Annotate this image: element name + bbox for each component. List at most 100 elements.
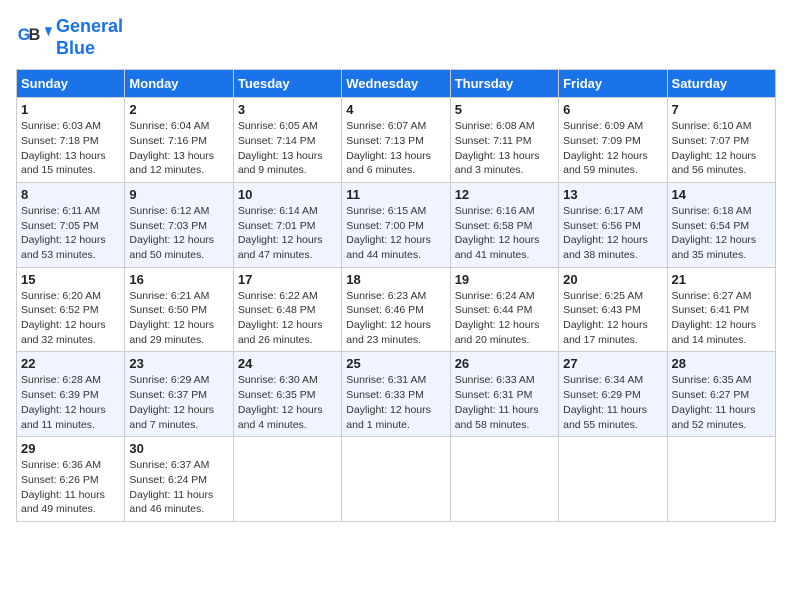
day-number: 4 [346, 102, 445, 117]
calendar-cell: 14 Sunrise: 6:18 AM Sunset: 6:54 PM Dayl… [667, 182, 775, 267]
day-number: 11 [346, 187, 445, 202]
calendar-cell: 3 Sunrise: 6:05 AM Sunset: 7:14 PM Dayli… [233, 98, 341, 183]
calendar-week-row: 1 Sunrise: 6:03 AM Sunset: 7:18 PM Dayli… [17, 98, 776, 183]
calendar-cell: 13 Sunrise: 6:17 AM Sunset: 6:56 PM Dayl… [559, 182, 667, 267]
calendar-cell: 8 Sunrise: 6:11 AM Sunset: 7:05 PM Dayli… [17, 182, 125, 267]
calendar-cell: 18 Sunrise: 6:23 AM Sunset: 6:46 PM Dayl… [342, 267, 450, 352]
calendar-cell: 4 Sunrise: 6:07 AM Sunset: 7:13 PM Dayli… [342, 98, 450, 183]
calendar-cell: 15 Sunrise: 6:20 AM Sunset: 6:52 PM Dayl… [17, 267, 125, 352]
logo-icon: G B [16, 20, 52, 56]
day-number: 18 [346, 272, 445, 287]
day-info: Sunrise: 6:18 AM Sunset: 6:54 PM Dayligh… [672, 204, 771, 263]
day-number: 13 [563, 187, 662, 202]
day-number: 9 [129, 187, 228, 202]
header: G B General Blue [16, 16, 776, 59]
day-info: Sunrise: 6:28 AM Sunset: 6:39 PM Dayligh… [21, 373, 120, 432]
calendar-cell: 27 Sunrise: 6:34 AM Sunset: 6:29 PM Dayl… [559, 352, 667, 437]
day-number: 24 [238, 356, 337, 371]
calendar-cell: 1 Sunrise: 6:03 AM Sunset: 7:18 PM Dayli… [17, 98, 125, 183]
day-number: 10 [238, 187, 337, 202]
calendar-cell: 20 Sunrise: 6:25 AM Sunset: 6:43 PM Dayl… [559, 267, 667, 352]
calendar-cell: 21 Sunrise: 6:27 AM Sunset: 6:41 PM Dayl… [667, 267, 775, 352]
day-info: Sunrise: 6:36 AM Sunset: 6:26 PM Dayligh… [21, 458, 120, 517]
day-info: Sunrise: 6:37 AM Sunset: 6:24 PM Dayligh… [129, 458, 228, 517]
header-cell-thursday: Thursday [450, 70, 558, 98]
day-number: 7 [672, 102, 771, 117]
calendar-cell: 9 Sunrise: 6:12 AM Sunset: 7:03 PM Dayli… [125, 182, 233, 267]
day-info: Sunrise: 6:08 AM Sunset: 7:11 PM Dayligh… [455, 119, 554, 178]
day-info: Sunrise: 6:33 AM Sunset: 6:31 PM Dayligh… [455, 373, 554, 432]
day-number: 20 [563, 272, 662, 287]
calendar-cell: 24 Sunrise: 6:30 AM Sunset: 6:35 PM Dayl… [233, 352, 341, 437]
day-number: 28 [672, 356, 771, 371]
calendar-cell: 23 Sunrise: 6:29 AM Sunset: 6:37 PM Dayl… [125, 352, 233, 437]
day-info: Sunrise: 6:31 AM Sunset: 6:33 PM Dayligh… [346, 373, 445, 432]
svg-text:B: B [29, 25, 41, 43]
calendar-week-row: 8 Sunrise: 6:11 AM Sunset: 7:05 PM Dayli… [17, 182, 776, 267]
day-info: Sunrise: 6:35 AM Sunset: 6:27 PM Dayligh… [672, 373, 771, 432]
calendar-cell: 12 Sunrise: 6:16 AM Sunset: 6:58 PM Dayl… [450, 182, 558, 267]
header-cell-saturday: Saturday [667, 70, 775, 98]
logo-text-line2: Blue [56, 38, 123, 60]
day-number: 29 [21, 441, 120, 456]
day-number: 26 [455, 356, 554, 371]
day-info: Sunrise: 6:12 AM Sunset: 7:03 PM Dayligh… [129, 204, 228, 263]
calendar-cell: 5 Sunrise: 6:08 AM Sunset: 7:11 PM Dayli… [450, 98, 558, 183]
day-info: Sunrise: 6:29 AM Sunset: 6:37 PM Dayligh… [129, 373, 228, 432]
day-info: Sunrise: 6:07 AM Sunset: 7:13 PM Dayligh… [346, 119, 445, 178]
calendar-cell: 30 Sunrise: 6:37 AM Sunset: 6:24 PM Dayl… [125, 437, 233, 522]
day-info: Sunrise: 6:22 AM Sunset: 6:48 PM Dayligh… [238, 289, 337, 348]
day-number: 12 [455, 187, 554, 202]
calendar-cell: 10 Sunrise: 6:14 AM Sunset: 7:01 PM Dayl… [233, 182, 341, 267]
day-info: Sunrise: 6:30 AM Sunset: 6:35 PM Dayligh… [238, 373, 337, 432]
day-info: Sunrise: 6:15 AM Sunset: 7:00 PM Dayligh… [346, 204, 445, 263]
calendar-cell: 7 Sunrise: 6:10 AM Sunset: 7:07 PM Dayli… [667, 98, 775, 183]
day-number: 16 [129, 272, 228, 287]
calendar-cell [667, 437, 775, 522]
day-number: 6 [563, 102, 662, 117]
header-cell-friday: Friday [559, 70, 667, 98]
calendar-cell: 11 Sunrise: 6:15 AM Sunset: 7:00 PM Dayl… [342, 182, 450, 267]
day-number: 22 [21, 356, 120, 371]
calendar-cell: 28 Sunrise: 6:35 AM Sunset: 6:27 PM Dayl… [667, 352, 775, 437]
day-info: Sunrise: 6:17 AM Sunset: 6:56 PM Dayligh… [563, 204, 662, 263]
calendar-cell [342, 437, 450, 522]
day-number: 1 [21, 102, 120, 117]
day-info: Sunrise: 6:09 AM Sunset: 7:09 PM Dayligh… [563, 119, 662, 178]
day-number: 30 [129, 441, 228, 456]
day-info: Sunrise: 6:25 AM Sunset: 6:43 PM Dayligh… [563, 289, 662, 348]
day-number: 8 [21, 187, 120, 202]
day-number: 5 [455, 102, 554, 117]
header-cell-sunday: Sunday [17, 70, 125, 98]
day-info: Sunrise: 6:10 AM Sunset: 7:07 PM Dayligh… [672, 119, 771, 178]
calendar-table: SundayMondayTuesdayWednesdayThursdayFrid… [16, 69, 776, 522]
calendar-week-row: 29 Sunrise: 6:36 AM Sunset: 6:26 PM Dayl… [17, 437, 776, 522]
day-number: 14 [672, 187, 771, 202]
day-number: 3 [238, 102, 337, 117]
day-info: Sunrise: 6:24 AM Sunset: 6:44 PM Dayligh… [455, 289, 554, 348]
day-number: 23 [129, 356, 228, 371]
day-info: Sunrise: 6:20 AM Sunset: 6:52 PM Dayligh… [21, 289, 120, 348]
calendar-cell: 29 Sunrise: 6:36 AM Sunset: 6:26 PM Dayl… [17, 437, 125, 522]
calendar-cell: 6 Sunrise: 6:09 AM Sunset: 7:09 PM Dayli… [559, 98, 667, 183]
calendar-cell [559, 437, 667, 522]
calendar-cell: 19 Sunrise: 6:24 AM Sunset: 6:44 PM Dayl… [450, 267, 558, 352]
day-number: 17 [238, 272, 337, 287]
day-number: 19 [455, 272, 554, 287]
calendar-cell [233, 437, 341, 522]
logo-text-line1: General [56, 16, 123, 38]
header-cell-tuesday: Tuesday [233, 70, 341, 98]
day-info: Sunrise: 6:16 AM Sunset: 6:58 PM Dayligh… [455, 204, 554, 263]
day-number: 25 [346, 356, 445, 371]
day-info: Sunrise: 6:03 AM Sunset: 7:18 PM Dayligh… [21, 119, 120, 178]
calendar-cell [450, 437, 558, 522]
day-info: Sunrise: 6:04 AM Sunset: 7:16 PM Dayligh… [129, 119, 228, 178]
day-number: 27 [563, 356, 662, 371]
calendar-cell: 17 Sunrise: 6:22 AM Sunset: 6:48 PM Dayl… [233, 267, 341, 352]
day-info: Sunrise: 6:21 AM Sunset: 6:50 PM Dayligh… [129, 289, 228, 348]
calendar-week-row: 22 Sunrise: 6:28 AM Sunset: 6:39 PM Dayl… [17, 352, 776, 437]
calendar-cell: 2 Sunrise: 6:04 AM Sunset: 7:16 PM Dayli… [125, 98, 233, 183]
calendar-cell: 16 Sunrise: 6:21 AM Sunset: 6:50 PM Dayl… [125, 267, 233, 352]
day-info: Sunrise: 6:11 AM Sunset: 7:05 PM Dayligh… [21, 204, 120, 263]
header-cell-monday: Monday [125, 70, 233, 98]
